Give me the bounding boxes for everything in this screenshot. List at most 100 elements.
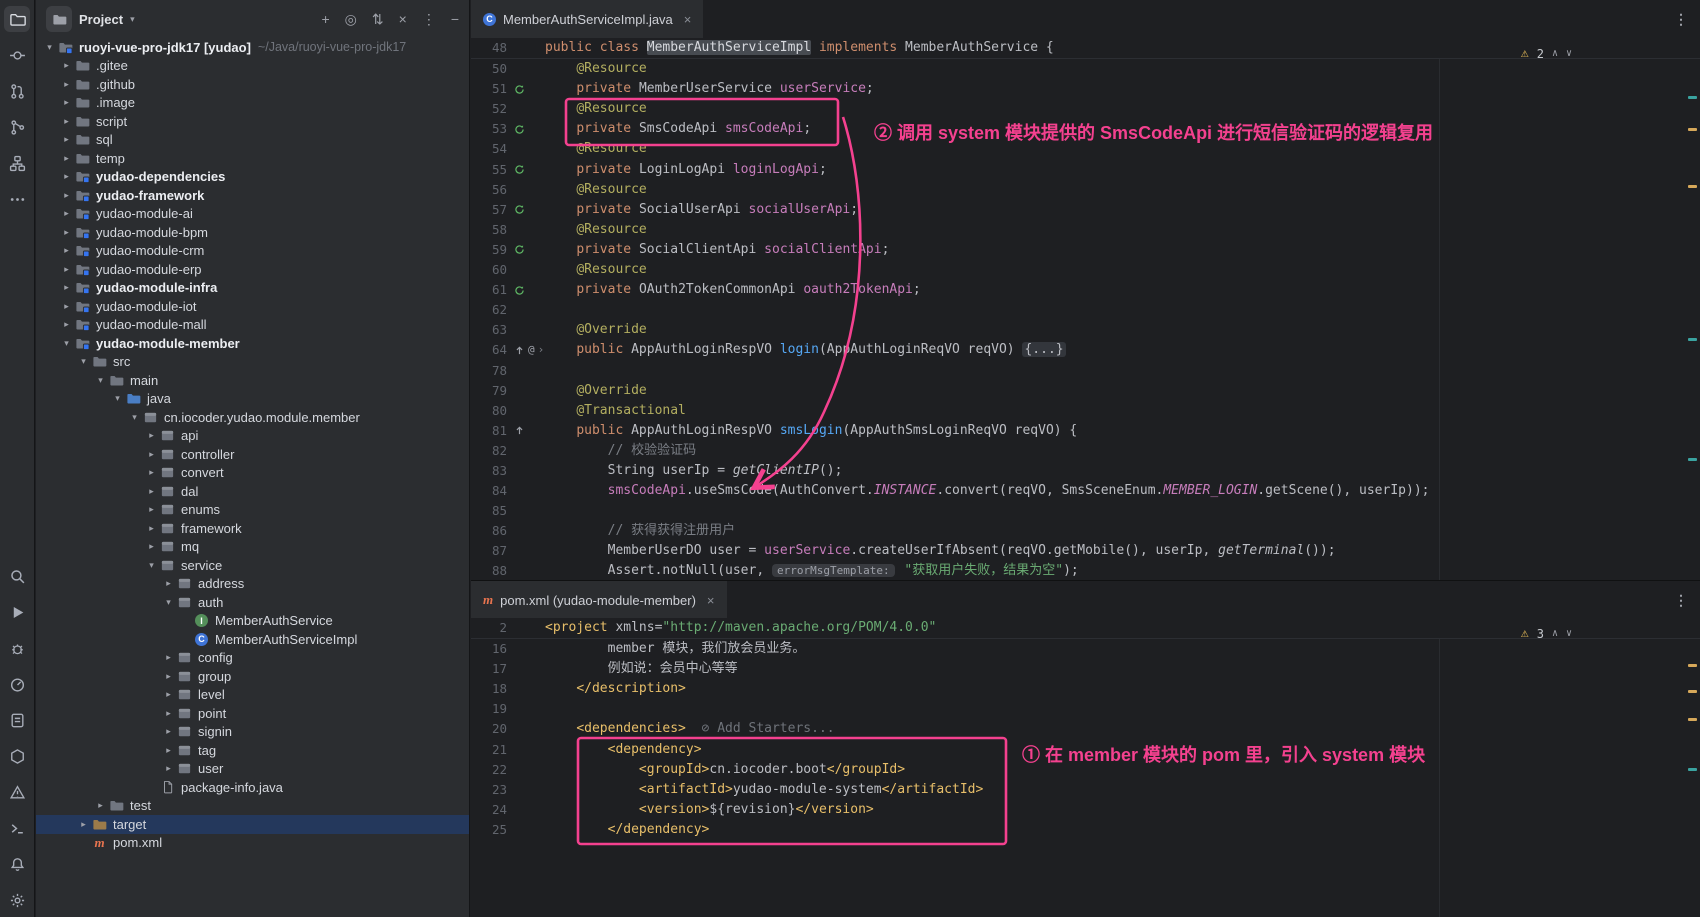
code-line-24[interactable]: 24 <version>${revision}</version> — [471, 800, 1700, 820]
services-icon[interactable] — [4, 743, 30, 769]
chevron-collapsed-icon[interactable]: ▸ — [59, 245, 74, 256]
tab-pom-xml[interactable]: m pom.xml (yudao-module-member) × — [471, 581, 727, 619]
close-tab-icon[interactable]: × — [684, 12, 692, 27]
code-line-88[interactable]: 88 Assert.notNull(user, errorMsgTemplate… — [471, 561, 1700, 580]
code-line-78[interactable]: 78 — [471, 361, 1700, 381]
chevron-collapsed-icon[interactable]: ▸ — [144, 430, 159, 441]
inspections-widget[interactable]: ⚠3∧∨ — [1521, 624, 1572, 644]
overriding-method-icon[interactable] — [514, 345, 525, 356]
tree-item-yudao-dependencies[interactable]: ▸yudao-dependencies — [36, 168, 469, 187]
notifications-icon[interactable] — [4, 851, 30, 877]
code-line-85[interactable]: 85 — [471, 501, 1700, 521]
spring-bean-icon[interactable] — [514, 285, 525, 296]
code-line-84[interactable]: 84 smsCodeApi.useSmsCode(AuthConvert.INS… — [471, 481, 1700, 501]
tree-item-memberauthservice[interactable]: IMemberAuthService — [36, 612, 469, 631]
tree-item-tag[interactable]: ▸tag — [36, 741, 469, 760]
code-line-63[interactable]: 63 @Override — [471, 320, 1700, 340]
tree-item-mq[interactable]: ▸mq — [36, 538, 469, 557]
code-line-64[interactable]: 64@› public AppAuthLoginRespVO login(App… — [471, 340, 1700, 360]
tree-item-signin[interactable]: ▸signin — [36, 723, 469, 742]
chevron-collapsed-icon[interactable]: ▸ — [59, 227, 74, 238]
chevron-collapsed-icon[interactable]: ▸ — [59, 60, 74, 71]
tree-item-yudao-module-mall[interactable]: ▸yudao-module-mall — [36, 316, 469, 335]
spring-bean-icon[interactable] — [514, 164, 525, 175]
chevron-collapsed-icon[interactable]: ▸ — [161, 671, 176, 682]
code-area-bottom[interactable]: 2<project xmlns="http://maven.apache.org… — [471, 618, 1700, 917]
chevron-collapsed-icon[interactable]: ▸ — [59, 153, 74, 164]
chevron-expanded-icon[interactable]: ▾ — [110, 393, 125, 404]
chevron-collapsed-icon[interactable]: ▸ — [161, 578, 176, 589]
tree-item-level[interactable]: ▸level — [36, 686, 469, 705]
code-line-60[interactable]: 60 @Resource — [471, 260, 1700, 280]
chevron-expanded-icon[interactable]: ▾ — [76, 356, 91, 367]
code-area-top[interactable]: 48public class MemberAuthServiceImpl imp… — [471, 38, 1700, 580]
todo-icon[interactable] — [4, 707, 30, 733]
code-line-55[interactable]: 55 private LoginLogApi loginLogApi; — [471, 160, 1700, 180]
tree-item-src[interactable]: ▾src — [36, 353, 469, 372]
spring-bean-icon[interactable] — [514, 124, 525, 135]
chevron-down-icon[interactable]: ▾ — [130, 14, 135, 25]
code-line-79[interactable]: 79 @Override — [471, 381, 1700, 401]
tree-item-memberauthserviceimpl[interactable]: CMemberAuthServiceImpl — [36, 630, 469, 649]
chevron-collapsed-icon[interactable]: ▸ — [144, 486, 159, 497]
structure-tool-icon[interactable] — [4, 150, 30, 176]
tree-item-temp[interactable]: ▸temp — [36, 149, 469, 168]
tree-item-yudao-module-ai[interactable]: ▸yudao-module-ai — [36, 205, 469, 224]
tree-item-enums[interactable]: ▸enums — [36, 501, 469, 520]
next-problem-icon[interactable]: ∨ — [1566, 44, 1572, 64]
chevron-collapsed-icon[interactable]: ▸ — [59, 190, 74, 201]
chevron-collapsed-icon[interactable]: ▸ — [144, 504, 159, 515]
tree-item-yudao-module-erp[interactable]: ▸yudao-module-erp — [36, 260, 469, 279]
overriding-method-icon[interactable] — [514, 425, 525, 436]
chevron-collapsed-icon[interactable]: ▸ — [76, 819, 91, 830]
code-line-81[interactable]: 81 public AppAuthLoginRespVO smsLogin(Ap… — [471, 421, 1700, 441]
code-line-87[interactable]: 87 MemberUserDO user = userService.creat… — [471, 541, 1700, 561]
collapse-all-icon[interactable]: × — [399, 11, 407, 27]
code-line-48[interactable]: 48public class MemberAuthServiceImpl imp… — [471, 38, 1700, 59]
terminal-icon[interactable] — [4, 815, 30, 841]
chevron-collapsed-icon[interactable]: ▸ — [161, 745, 176, 756]
spring-bean-icon[interactable] — [514, 244, 525, 255]
code-line-2[interactable]: 2<project xmlns="http://maven.apache.org… — [471, 618, 1700, 639]
tab-options-icon[interactable]: ⋮ — [1674, 592, 1688, 609]
chevron-expanded-icon[interactable]: ▾ — [93, 375, 108, 386]
chevron-collapsed-icon[interactable]: ▸ — [59, 208, 74, 219]
code-line-22[interactable]: 22 <groupId>cn.iocoder.boot</groupId> — [471, 760, 1700, 780]
chevron-collapsed-icon[interactable]: ▸ — [161, 726, 176, 737]
tree-item-api[interactable]: ▸api — [36, 427, 469, 446]
code-line-57[interactable]: 57 private SocialUserApi socialUserApi; — [471, 200, 1700, 220]
tree-item-package-info-java[interactable]: package-info.java — [36, 778, 469, 797]
tree-item-convert[interactable]: ▸convert — [36, 464, 469, 483]
tree-item-test[interactable]: ▸test — [36, 797, 469, 816]
chevron-collapsed-icon[interactable]: ▸ — [59, 319, 74, 330]
code-line-51[interactable]: 51 private MemberUserService userService… — [471, 79, 1700, 99]
run-icon[interactable] — [4, 599, 30, 625]
chevron-collapsed-icon[interactable]: ▸ — [59, 264, 74, 275]
chevron-collapsed-icon[interactable]: ▸ — [144, 449, 159, 460]
tree-item-script[interactable]: ▸script — [36, 112, 469, 131]
pull-requests-tool-icon[interactable] — [4, 78, 30, 104]
vcs-graph-tool-icon[interactable] — [4, 114, 30, 140]
chevron-collapsed-icon[interactable]: ▸ — [144, 541, 159, 552]
code-line-21[interactable]: 21 <dependency> — [471, 740, 1700, 760]
tree-item-address[interactable]: ▸address — [36, 575, 469, 594]
tree-item-pom-xml[interactable]: mpom.xml — [36, 834, 469, 853]
code-line-62[interactable]: 62 — [471, 300, 1700, 320]
inspections-widget[interactable]: ⚠2∧∨ — [1521, 44, 1572, 64]
code-line-17[interactable]: 17 例如说：会员中心等等 — [471, 659, 1700, 679]
code-line-19[interactable]: 19 — [471, 699, 1700, 719]
commit-tool-icon[interactable] — [4, 42, 30, 68]
tree-item-group[interactable]: ▸group — [36, 667, 469, 686]
code-line-56[interactable]: 56 @Resource — [471, 180, 1700, 200]
tree-item-gitee[interactable]: ▸.gitee — [36, 57, 469, 76]
chevron-collapsed-icon[interactable]: ▸ — [59, 301, 74, 312]
tab-options-icon[interactable]: ⋮ — [1674, 11, 1688, 28]
chevron-collapsed-icon[interactable]: ▸ — [59, 171, 74, 182]
code-line-52[interactable]: 52 @Resource — [471, 99, 1700, 119]
chevron-collapsed-icon[interactable]: ▸ — [161, 763, 176, 774]
tree-item-yudao-framework[interactable]: ▸yudao-framework — [36, 186, 469, 205]
chevron-expanded-icon[interactable]: ▾ — [59, 338, 74, 349]
chevron-expanded-icon[interactable]: ▾ — [42, 42, 57, 53]
chevron-collapsed-icon[interactable]: ▸ — [59, 97, 74, 108]
expand-collapse-icon[interactable]: ⇅ — [372, 11, 384, 28]
